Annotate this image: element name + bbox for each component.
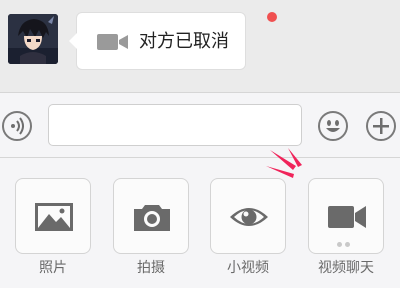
chat-area: 对方已取消: [0, 0, 400, 92]
message-bubble[interactable]: 对方已取消: [69, 12, 246, 70]
page-dot: [345, 242, 350, 247]
avatar[interactable]: [8, 14, 58, 64]
page-indicator: [337, 242, 351, 248]
camera-icon: [134, 205, 170, 231]
photo-button[interactable]: [15, 178, 91, 254]
camera-label: 拍摄: [137, 260, 165, 276]
camera-tool[interactable]: 拍摄: [113, 178, 189, 286]
emoji-button[interactable]: [318, 111, 348, 141]
video-chat-tool[interactable]: 视频聊天: [308, 178, 384, 286]
message-text: 对方已取消: [139, 31, 229, 52]
tool-panel: 照片 拍摄 小视频 视频聊天: [0, 158, 400, 288]
short-video-label: 小视频: [227, 260, 269, 276]
short-video-button[interactable]: [210, 178, 286, 254]
plus-icon: [373, 118, 389, 134]
photo-tool[interactable]: 照片: [15, 178, 91, 286]
photo-icon: [35, 203, 73, 231]
camera-button[interactable]: [113, 178, 189, 254]
page-dot: [337, 242, 342, 247]
avatar-image: [8, 14, 58, 64]
emoji-icon: [326, 120, 340, 132]
voice-icon: [11, 117, 24, 135]
short-video-tool[interactable]: 小视频: [210, 178, 286, 286]
input-bar: [0, 92, 400, 158]
photo-label: 照片: [39, 260, 67, 276]
unread-dot: [267, 12, 277, 22]
message-input[interactable]: [48, 104, 302, 146]
eye-icon: [230, 208, 268, 226]
video-chat-label: 视频聊天: [318, 260, 374, 276]
video-camera-icon: [328, 206, 366, 228]
voice-button[interactable]: [2, 111, 32, 141]
video-camera-icon: [97, 34, 128, 50]
highlight-rays: [266, 148, 302, 178]
plus-button[interactable]: [366, 111, 396, 141]
